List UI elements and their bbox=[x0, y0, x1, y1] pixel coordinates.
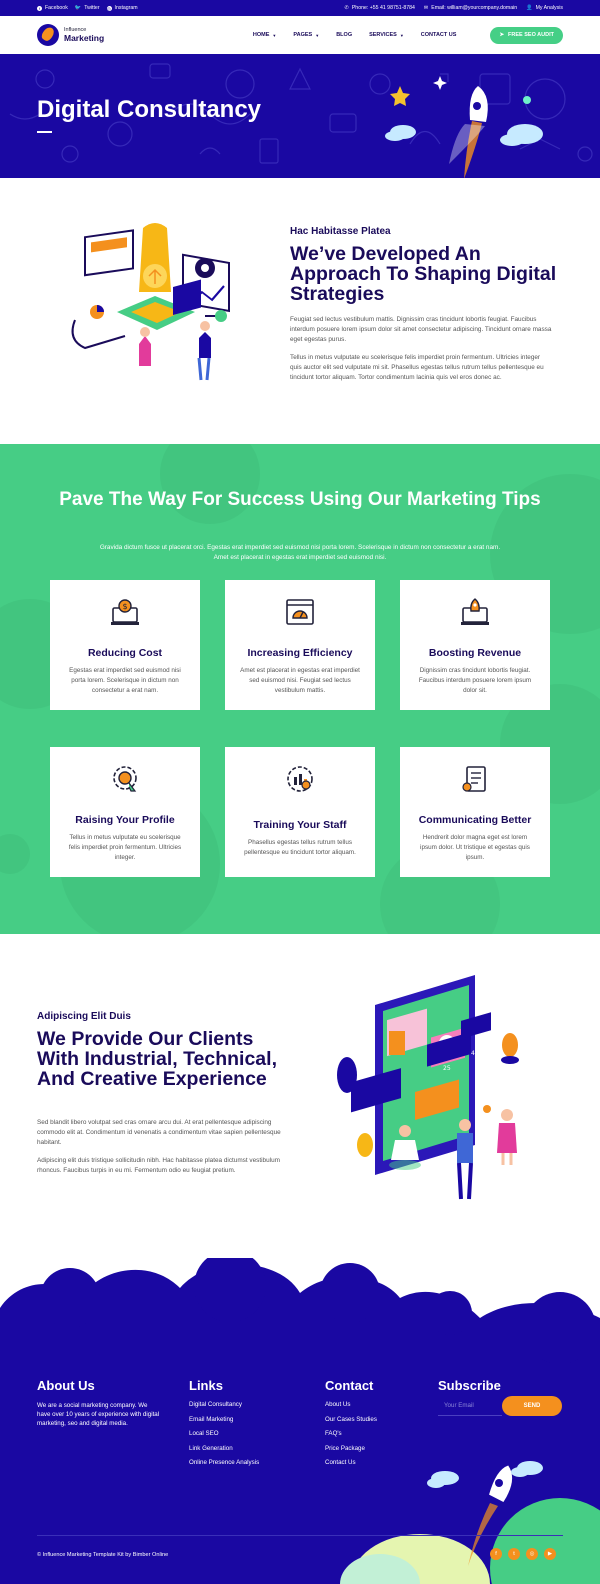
site-footer: About Us We are a social marketing compa… bbox=[0, 1258, 600, 1584]
footer-contact-title: Contact bbox=[325, 1378, 374, 1393]
footer-contact-link[interactable]: Contact Us bbox=[325, 1459, 377, 1474]
youtube-icon[interactable]: ▶ bbox=[544, 1548, 556, 1560]
facebook-icon[interactable]: f bbox=[490, 1548, 502, 1560]
stat-25: 25 bbox=[443, 1065, 451, 1072]
svg-text:$: $ bbox=[122, 602, 127, 611]
rocket-laptop-icon bbox=[461, 598, 489, 625]
intro-heading: We’ve Developed An Approach To Shaping D… bbox=[290, 243, 557, 305]
main-navbar: Influence Marketing HOME ▼ PAGES ▼ BLOG SE… bbox=[0, 16, 600, 54]
nav-item-home[interactable]: HOME ▼ bbox=[253, 32, 276, 38]
footer-contact-link[interactable]: FAQ's bbox=[325, 1430, 377, 1445]
footer-subscribe-title: Subscribe bbox=[438, 1378, 501, 1393]
marketing-tips-section: Pave The Way For Success Using Our Marke… bbox=[0, 444, 600, 934]
topbar-account-link[interactable]: 👤 My Analysis bbox=[526, 5, 563, 11]
mail-icon: ✉ bbox=[423, 5, 429, 11]
logo-big-text: Marketing bbox=[64, 32, 105, 43]
chevron-down-icon: ▼ bbox=[272, 32, 277, 38]
footer-contact-list: About Us Our Cases Studies FAQ's Price P… bbox=[325, 1401, 377, 1474]
footer-links-title: Links bbox=[189, 1378, 223, 1393]
intro-paragraph-1: Feugiat sed lectus vestibulum mattis. Di… bbox=[290, 316, 552, 343]
site-logo[interactable]: Influence Marketing bbox=[37, 24, 104, 46]
top-bar: f Facebook 🐦 Twitter ◎ Instagram ✆ Phone: +5… bbox=[0, 0, 600, 16]
nav-item-services[interactable]: SERVICES ▼ bbox=[369, 32, 404, 38]
topbar-phone: ✆ Phone: +55 41 98751-8784 bbox=[344, 5, 415, 11]
facebook-icon: f bbox=[37, 5, 42, 11]
free-seo-audit-button[interactable]: ➤ FREE SEO AUDIT bbox=[490, 26, 563, 44]
title-underline bbox=[37, 131, 52, 133]
footer-about-title: About Us bbox=[37, 1378, 95, 1393]
chevron-down-icon: ▼ bbox=[315, 32, 320, 38]
star-icon bbox=[390, 86, 410, 106]
footer-about-text: We are a social marketing company. We ha… bbox=[37, 1402, 160, 1427]
twitter-icon[interactable]: t bbox=[508, 1548, 520, 1560]
twitter-icon: 🐦 bbox=[74, 5, 82, 11]
clients-paragraph-1: Sed blandit libero volutpat sed cras orn… bbox=[37, 1119, 281, 1146]
stat-42: 42 bbox=[471, 1050, 479, 1057]
tip-card-communicating-better: Communicating Better Hendrerit dolor mag… bbox=[400, 747, 550, 877]
paper-plane-icon: ➤ bbox=[499, 32, 505, 38]
clients-eyebrow: Adipiscing Elit Duis bbox=[37, 1011, 131, 1022]
team-chart-icon bbox=[287, 766, 313, 792]
instagram-icon[interactable]: ◎ bbox=[526, 1548, 538, 1560]
rocket-illustration bbox=[449, 86, 488, 178]
rocket-logo-icon bbox=[37, 24, 59, 46]
footer-contact-link[interactable]: Our Cases Studies bbox=[325, 1416, 377, 1431]
footer-contact-link[interactable]: Price Package bbox=[325, 1445, 377, 1460]
topbar-contact: ✆ Phone: +55 41 98751-8784 ✉ Email: willia… bbox=[344, 5, 563, 11]
gear-badge-icon bbox=[113, 766, 137, 792]
speedometer-browser-icon bbox=[286, 599, 314, 625]
nav-menu: HOME ▼ PAGES ▼ BLOG SERVICES ▼ CONTACT US bbox=[253, 32, 457, 38]
money-laptop-icon: $ bbox=[111, 599, 139, 625]
clients-paragraph-2: Adipiscing elit duis tristique sollicitu… bbox=[37, 1157, 280, 1174]
topbar-twitter-link[interactable]: 🐦 Twitter bbox=[75, 5, 100, 11]
chevron-down-icon: ▼ bbox=[399, 32, 404, 38]
copyright-text: © Influence Marketing Template Kit by Bi… bbox=[37, 1552, 169, 1558]
lightbulb-strategy-illustration bbox=[71, 223, 230, 381]
tip-card-boosting-revenue: Boosting Revenue Dignissim cras tincidun… bbox=[400, 580, 550, 710]
tip-card-reducing-cost: $ Reducing Cost Egestas erat imperdiet s… bbox=[50, 580, 200, 710]
topbar-instagram-link[interactable]: ◎ Instagram bbox=[106, 5, 138, 11]
topbar-facebook-link[interactable]: f Facebook bbox=[37, 5, 68, 11]
page-hero: Digital Consultancy bbox=[0, 54, 600, 178]
tips-subtitle: Gravida dictum fusce ut placerat orci. E… bbox=[99, 544, 501, 561]
footer-link[interactable]: Online Presence Analysis bbox=[189, 1459, 259, 1474]
nav-item-contact[interactable]: CONTACT US bbox=[421, 32, 457, 38]
topbar-email: ✉ Email: william@yourcompany.domain bbox=[423, 5, 518, 11]
footer-links-list: Digital Consultancy Email Marketing Loca… bbox=[189, 1401, 259, 1474]
subscribe-email-input[interactable]: Your Email bbox=[438, 1396, 502, 1416]
instagram-icon: ◎ bbox=[106, 5, 112, 11]
tips-heading: Pave The Way For Success Using Our Marke… bbox=[59, 489, 541, 510]
subscribe-send-button[interactable]: SEND bbox=[502, 1396, 562, 1416]
footer-contact-link[interactable]: About Us bbox=[325, 1401, 377, 1416]
page-title: Digital Consultancy bbox=[37, 96, 262, 123]
user-icon: 👤 bbox=[526, 5, 533, 11]
nav-item-pages[interactable]: PAGES ▼ bbox=[293, 32, 319, 38]
footer-link[interactable]: Email Marketing bbox=[189, 1416, 259, 1431]
footer-link[interactable]: Link Generation bbox=[189, 1445, 259, 1460]
phone-icon: ✆ bbox=[344, 5, 349, 11]
tip-card-increasing-efficiency: Increasing Efficiency Amet est placerat … bbox=[225, 580, 375, 710]
footer-link[interactable]: Digital Consultancy bbox=[189, 1401, 259, 1416]
nav-item-blog[interactable]: BLOG bbox=[336, 32, 352, 38]
social-dashboard-illustration: 25 42 bbox=[337, 975, 519, 1200]
footer-divider bbox=[37, 1535, 563, 1536]
tip-card-raising-profile: Raising Your Profile Tellus in metus vul… bbox=[50, 747, 200, 877]
footer-link[interactable]: Local SEO bbox=[189, 1430, 259, 1445]
topbar-social: f Facebook 🐦 Twitter ◎ Instagram bbox=[37, 5, 138, 11]
clients-heading: We Provide Our Clients With Industrial, … bbox=[37, 1028, 277, 1090]
intro-paragraph-2: Tellus in metus vulputate eu scelerisque… bbox=[290, 354, 544, 381]
tip-card-training-staff: Training Your Staff Phasellus egestas te… bbox=[225, 747, 375, 877]
document-scroll-icon bbox=[462, 766, 486, 792]
intro-eyebrow: Hac Habitasse Platea bbox=[290, 226, 391, 237]
